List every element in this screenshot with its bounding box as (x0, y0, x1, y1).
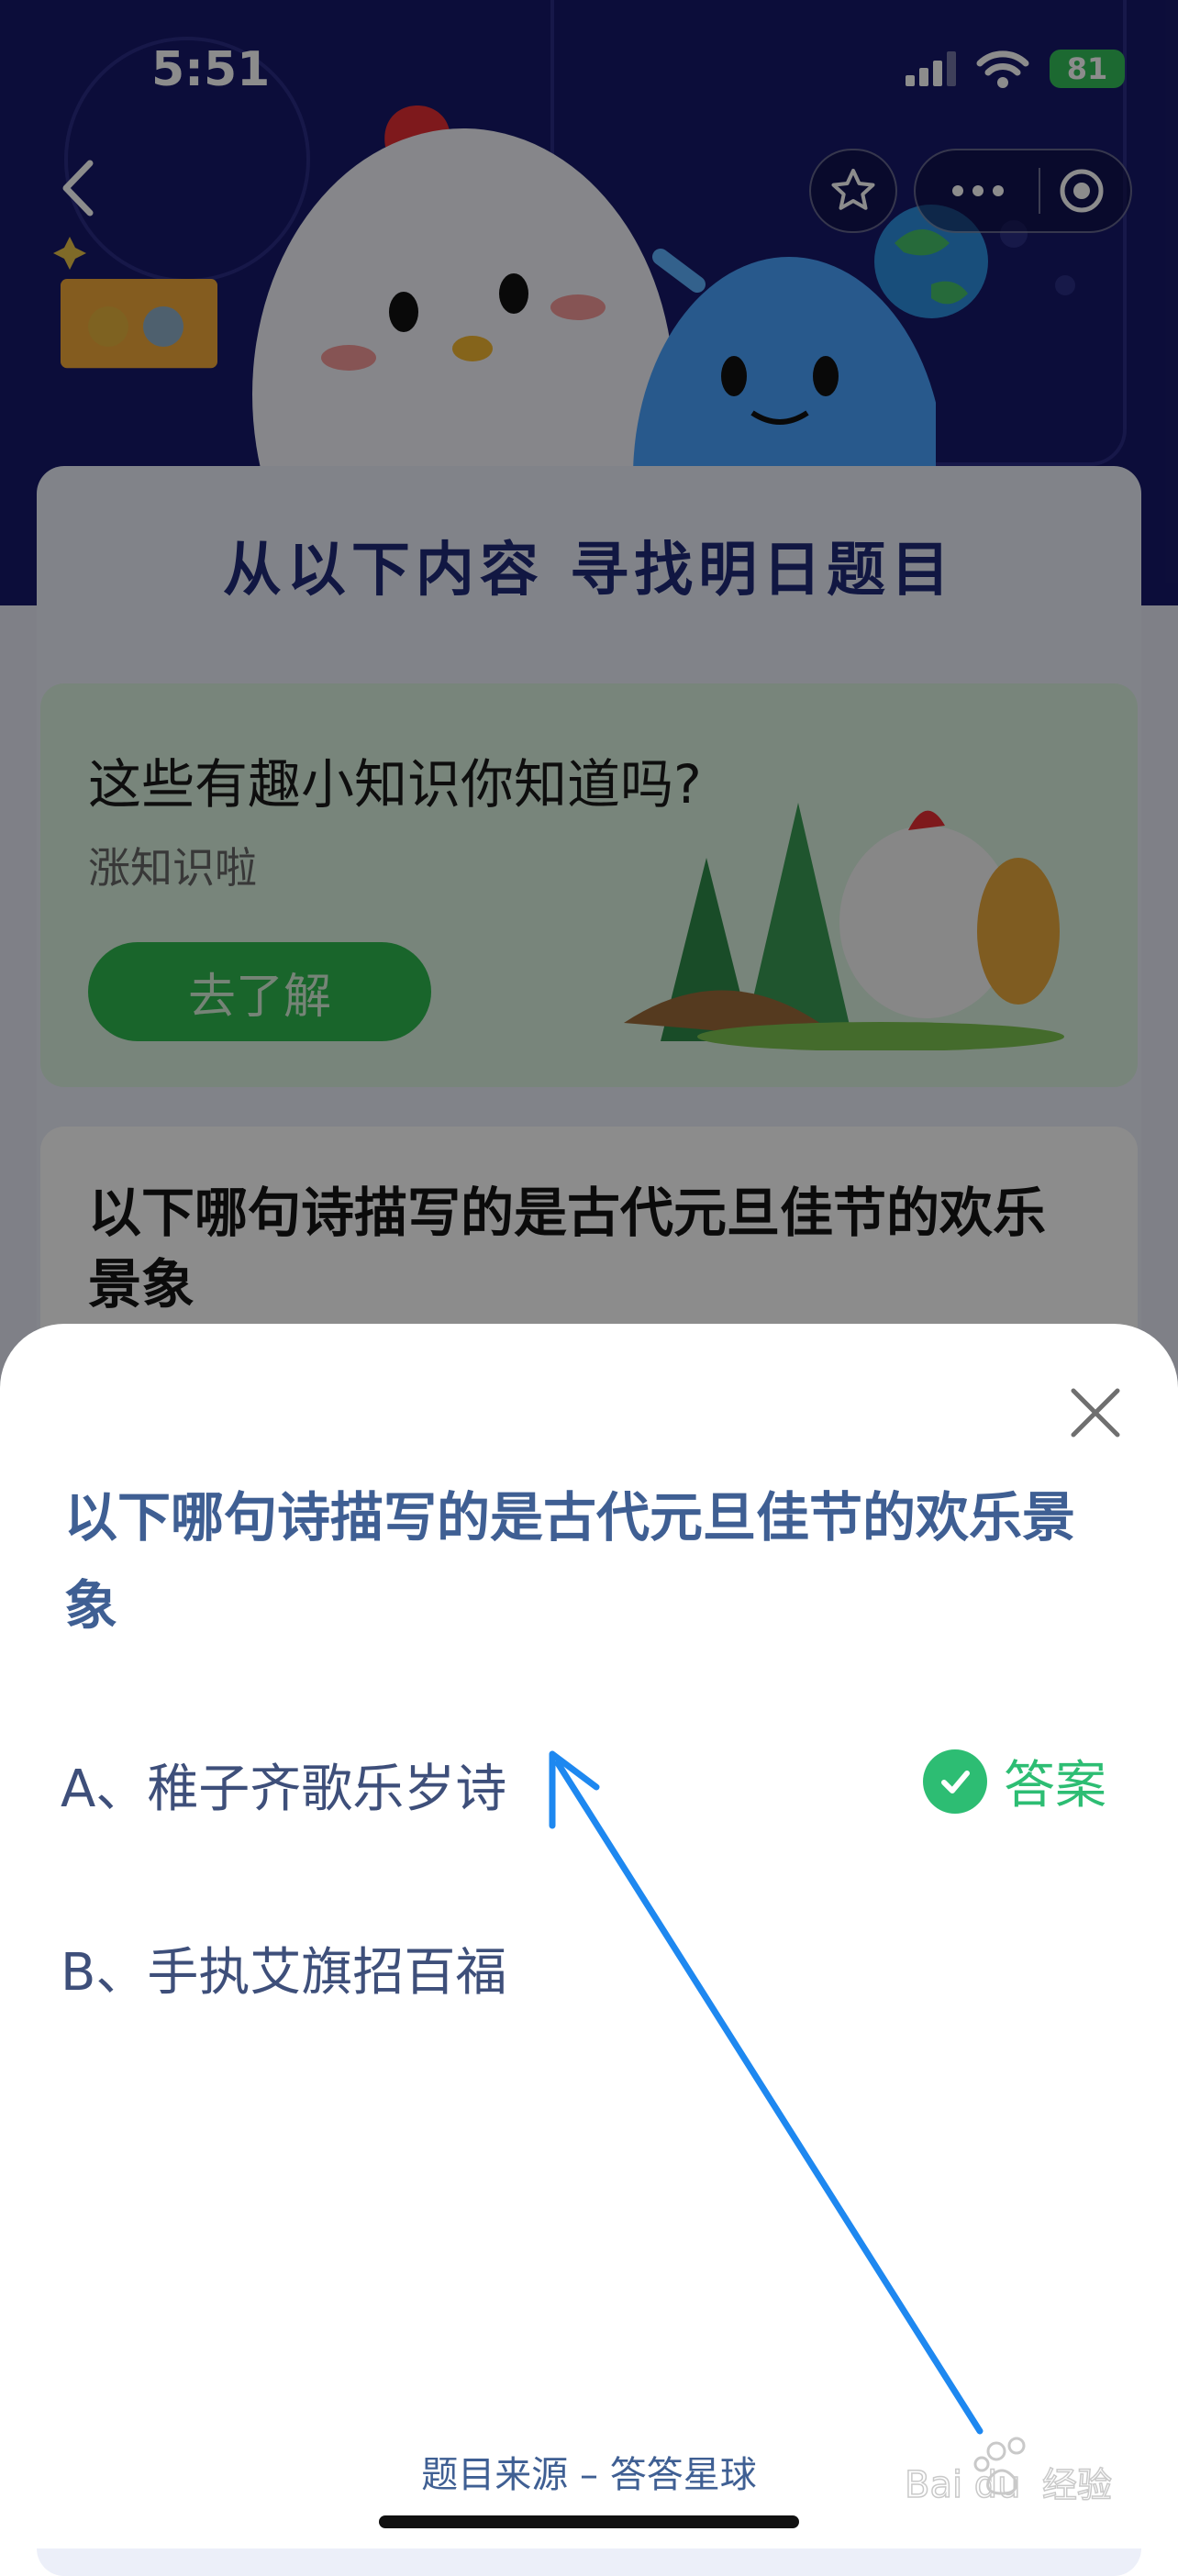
home-indicator[interactable] (379, 2515, 799, 2528)
close-icon[interactable] (1061, 1378, 1130, 1448)
svg-text:Bai du: Bai du (905, 2464, 1021, 2506)
svg-text:经验: 经验 (1042, 2465, 1112, 2505)
correct-answer-badge: 答案 (923, 1744, 1106, 1818)
option-a[interactable]: A、稚子齐歌乐岁诗 (61, 1748, 506, 1822)
answer-label: 答案 (1004, 1756, 1106, 1815)
baidu-watermark-logo: Bai du 经验 (905, 2437, 1113, 2507)
sheet-question: 以下哪句诗描写的是古代元旦佳节的欢乐景象 (64, 1486, 1076, 1637)
option-b[interactable]: B、手执艾旗招百福 (61, 1931, 506, 2005)
check-circle-icon (923, 1749, 987, 1814)
